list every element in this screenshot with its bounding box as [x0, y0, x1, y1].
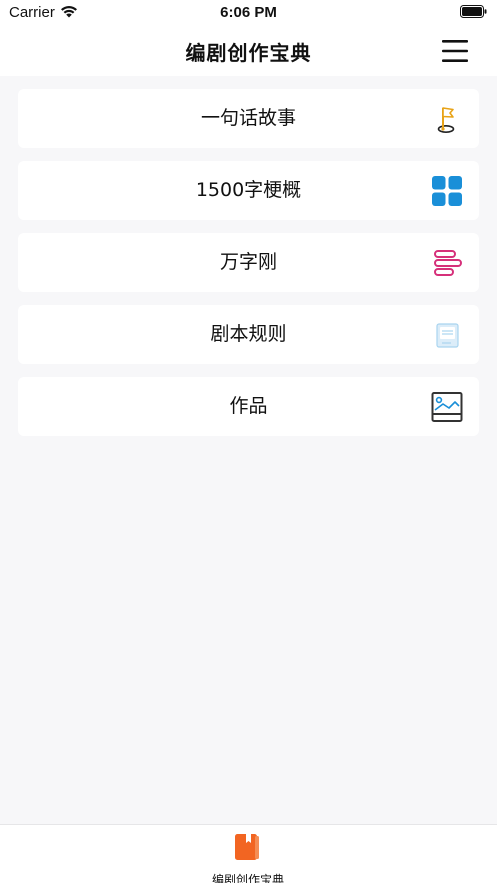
- menu-item-label: 一句话故事: [200, 107, 296, 129]
- tab-label: 编剧创作宝典: [211, 873, 284, 883]
- document-icon: [436, 323, 459, 348]
- tab-screenwriting-guide[interactable]: 编剧创作宝典: [198, 831, 298, 883]
- stacked-bars-icon: [434, 250, 462, 276]
- menu-item-label: 剧本规则: [210, 323, 287, 345]
- menu-item-1500-synopsis[interactable]: 1500字梗概: [18, 161, 479, 220]
- menu-item-script-rules[interactable]: 剧本规则: [18, 305, 479, 364]
- status-bar: Carrier 6:06 PM: [0, 0, 497, 26]
- menu-item-label: 万字刚: [219, 251, 277, 273]
- book-icon: [235, 834, 259, 860]
- grid-tiles-icon: [432, 176, 462, 206]
- hamburger-menu-icon[interactable]: [441, 38, 469, 64]
- navigation-bar: 编剧创作宝典: [0, 26, 497, 76]
- menu-item-label: 作品: [229, 395, 268, 417]
- menu-item-one-sentence-story[interactable]: 一句话故事: [18, 89, 479, 148]
- menu-item-ten-thousand-outline[interactable]: 万字刚: [18, 233, 479, 292]
- menu-item-works[interactable]: 作品: [18, 377, 479, 436]
- battery-icon: [460, 5, 487, 18]
- app-screen: Carrier 6:06 PM 编剧创作宝典 一句话故事 1500字梗概 万字刚…: [0, 0, 497, 883]
- menu-list: 一句话故事 1500字梗概 万字刚 剧本规则 作品: [18, 89, 479, 449]
- flag-pin-icon: [437, 107, 455, 133]
- tab-bar: 编剧创作宝典: [0, 824, 497, 883]
- picture-frame-icon: [431, 392, 463, 422]
- page-title: 编剧创作宝典: [185, 41, 312, 65]
- status-time: 6:06 PM: [220, 4, 277, 21]
- menu-item-label: 1500字梗概: [195, 179, 302, 201]
